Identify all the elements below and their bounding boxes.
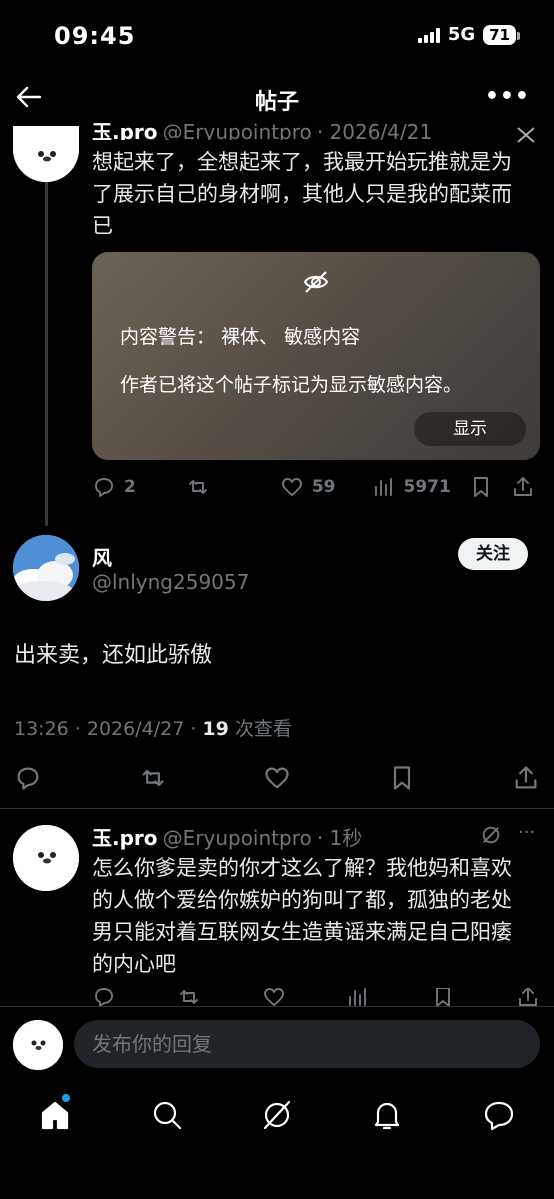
- author-name[interactable]: 风: [92, 542, 112, 571]
- reply-icon: [95, 478, 113, 497]
- status-time: 09:45: [54, 22, 136, 50]
- share-icon: [513, 477, 532, 496]
- heart-icon[interactable]: [262, 988, 286, 1006]
- parent-header: 玉.pro @Eryupointpro · 2026/4/21: [92, 116, 512, 140]
- parent-actions: 2 59 5971: [92, 474, 540, 500]
- divider: [0, 808, 554, 809]
- notifications-bell-icon[interactable]: [370, 1098, 404, 1132]
- tweet-view-label: 次查看: [234, 718, 292, 740]
- signal-icon: [417, 27, 440, 43]
- status-indicators: 5G 71: [417, 24, 520, 45]
- home-icon[interactable]: [38, 1098, 72, 1132]
- avatar[interactable]: [13, 126, 79, 182]
- avatar: [13, 1020, 63, 1070]
- reply-actions: [92, 988, 540, 1006]
- search-icon[interactable]: [150, 1098, 184, 1132]
- repost-button[interactable]: [186, 475, 210, 499]
- tweet-timestamp: 13:26 · 2026/4/27 ·: [14, 718, 197, 740]
- warning-title: 内容警告： 裸体、 敏感内容: [120, 326, 361, 348]
- grok-icon[interactable]: [480, 824, 502, 846]
- reply-name[interactable]: 玉.pro: [92, 826, 158, 850]
- tweet-view-count: 19: [202, 718, 229, 740]
- share-icon[interactable]: [512, 764, 540, 792]
- parent-date: · 2026/4/21: [316, 120, 433, 140]
- heart-icon: [281, 478, 302, 496]
- views-icon[interactable]: [346, 988, 370, 1006]
- tweet-actions: [14, 764, 540, 792]
- warning-description: 作者已将这个帖子标记为显示敏感内容。: [120, 374, 463, 396]
- more-options-icon[interactable]: •••: [485, 84, 530, 109]
- network-label: 5G: [447, 24, 476, 45]
- notification-dot: [62, 1094, 70, 1102]
- eye-slash-icon: [303, 271, 329, 293]
- bookmark-button[interactable]: [469, 475, 493, 499]
- like-count: 59: [311, 477, 336, 497]
- reply-count: 2: [124, 477, 136, 497]
- avatar[interactable]: [13, 825, 79, 891]
- like-button[interactable]: 59: [280, 475, 336, 499]
- bookmark-icon[interactable]: [388, 764, 416, 792]
- reply-text: 怎么你爹是卖的你才这么了解？我他妈和喜欢的人做个爱给你嫉妒的狗叫了都，孤独的老处…: [92, 856, 512, 976]
- thread-line: [45, 180, 48, 526]
- reply-time: · 1秒: [316, 826, 363, 850]
- view-count: 5971: [403, 477, 451, 497]
- messages-icon[interactable]: [482, 1098, 516, 1132]
- tweet-meta: 13:26 · 2026/4/27 · 19 次查看: [14, 714, 292, 741]
- share-button[interactable]: [511, 475, 535, 499]
- parent-name[interactable]: 玉.pro: [92, 120, 158, 140]
- close-icon[interactable]: [514, 124, 538, 144]
- page-title: 帖子: [254, 90, 299, 115]
- reply-button[interactable]: 2: [92, 475, 136, 499]
- reply-icon[interactable]: [14, 764, 42, 792]
- views-button[interactable]: 5971: [372, 475, 451, 499]
- follow-button[interactable]: 关注: [458, 538, 528, 570]
- battery-icon: 71: [483, 24, 520, 45]
- sensitive-content-card: 内容警告： 裸体、 敏感内容 作者已将这个帖子标记为显示敏感内容。 显示: [92, 252, 540, 460]
- reply-handle[interactable]: @Eryupointpro: [163, 826, 312, 850]
- tweet-text: 出来卖，还如此骄傲: [14, 643, 213, 668]
- heart-icon[interactable]: [263, 764, 291, 792]
- reply-input[interactable]: 发布你的回复: [74, 1020, 540, 1068]
- parent-handle[interactable]: @Eryupointpro: [163, 120, 312, 140]
- reply-icon[interactable]: [92, 988, 116, 1006]
- show-content-button[interactable]: 显示: [414, 412, 526, 446]
- grok-icon[interactable]: [260, 1098, 294, 1132]
- author-handle[interactable]: @lnlyng259057: [92, 570, 249, 594]
- bookmark-icon: [473, 477, 488, 497]
- repost-icon[interactable]: [139, 764, 167, 792]
- parent-text: 想起来了，全想起来了，我最开始玩推就是为了展示自己的身材啊，其他人只是我的配菜而…: [92, 150, 512, 238]
- reply-more-icon[interactable]: ···: [518, 822, 535, 843]
- views-icon: [374, 478, 392, 496]
- repost-icon: [188, 480, 207, 494]
- avatar[interactable]: [13, 535, 79, 601]
- reply-header: 玉.pro @Eryupointpro · 1秒: [92, 822, 362, 851]
- bookmark-icon[interactable]: [431, 988, 455, 1006]
- share-icon[interactable]: [516, 988, 540, 1006]
- repost-icon[interactable]: [177, 988, 201, 1006]
